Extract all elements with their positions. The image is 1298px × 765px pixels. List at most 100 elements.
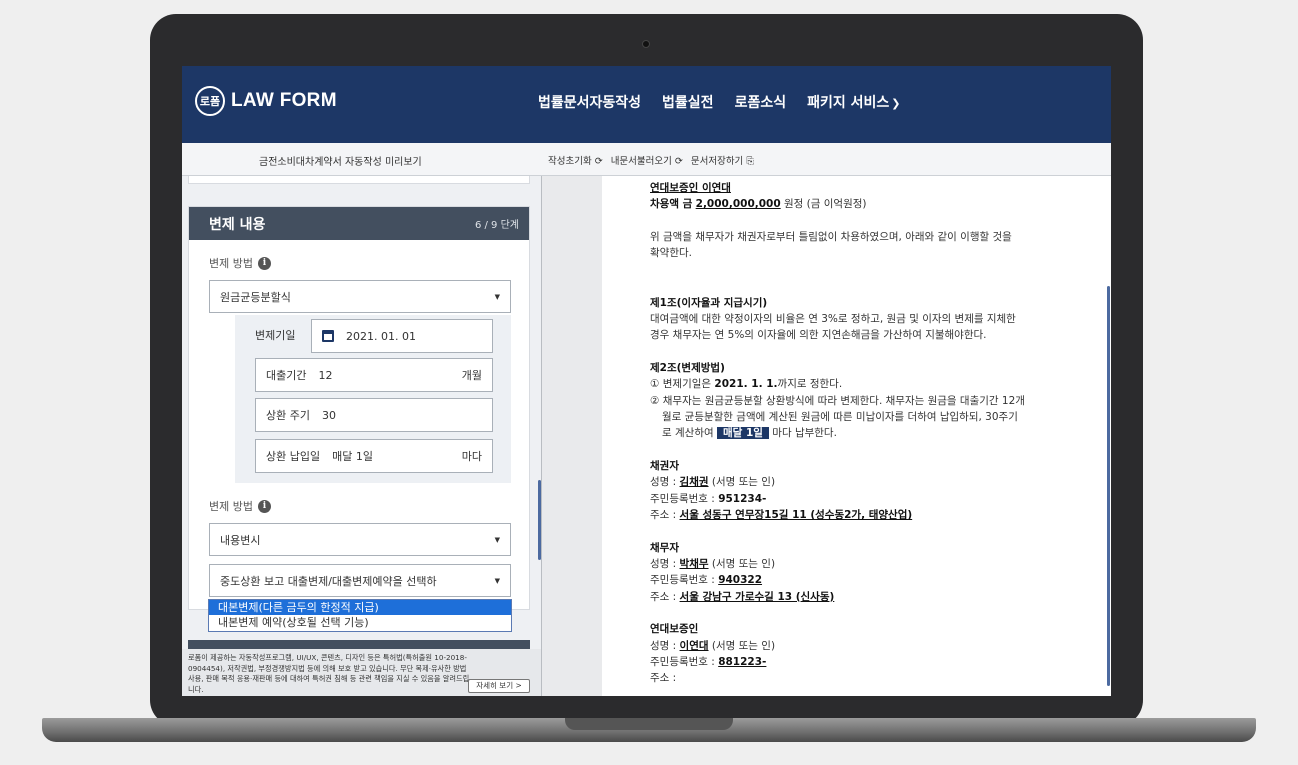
method-label-text: 변제 방법 [209, 257, 253, 270]
dropdown-arrow-icon: ▼ [494, 292, 500, 301]
nav-item-legal-practice[interactable]: 법률실전 [662, 92, 714, 112]
doc-creditor-address: 서울 성동구 연무장15길 11 (성수동2가, 태양산업) [679, 509, 913, 522]
doc-text-part: 주민등록번호 : [650, 574, 715, 587]
preview-scrollbar[interactable] [1107, 286, 1110, 686]
loan-period-value: 12 [318, 368, 333, 382]
step-progress: 6 / 9 단계 [474, 220, 519, 231]
prepay-select-value: 내용변시 [220, 533, 261, 547]
prepay-option-value: 중도상환 보고 대출변제/대출변제예약을 선택하 [220, 574, 437, 588]
doc-text-part: 성명 : [650, 639, 677, 652]
sub-header: 금전소비대차계약서 자동작성 미리보기 작성초기화 ⟳ 내문서불러오기 ⟳ 문서… [182, 143, 1111, 176]
loan-period-field[interactable]: 대출기간 12 개월 [255, 358, 493, 392]
doc-text: 대여금액에 대한 약정이자의 비율은 연 3%로 정하고, 원금 및 이자의 변… [650, 313, 1016, 326]
dropdown-option[interactable]: 내본변제 예약(상호될 선택 기능) [209, 615, 511, 630]
doc-guarantor-line: 연대보증인 이연대 [650, 182, 731, 194]
doc-creditor-name: 김채권 [679, 476, 709, 489]
method-select[interactable]: 원금균등분할식 ▼ [209, 280, 511, 313]
doc-party-line: 주민등록번호 : 881223- [650, 654, 1111, 670]
doc-text: 월로 균등분할한 금액에 계산된 원금에 따른 미납이자를 더하여 납입하되, … [662, 411, 1018, 424]
doc-party-line: 주소 : 서울 강남구 가로수길 13 (신사동) [650, 589, 1111, 605]
prepay-dropdown-menu: 대본변제(다른 금두의 한정적 지급) 내본변제 예약(상호될 선택 기능) [208, 599, 512, 632]
pay-day-field[interactable]: 상환 납입일 매달 1일 마다 [255, 439, 493, 473]
doc-party-line: 성명 : 박채무 (서명 또는 인) [650, 556, 1111, 572]
doc-guarantor-id: 881223- [718, 655, 767, 668]
calendar-icon [322, 330, 334, 342]
logo-icon: 로폼 [195, 86, 225, 116]
logo[interactable]: 로폼 LAW FORM [195, 86, 337, 116]
prepay-select[interactable]: 내용변시 ▼ [209, 523, 511, 556]
doc-text-part: 주소 : [650, 509, 677, 522]
camera-icon [642, 40, 650, 48]
doc-party-line: 성명 : 김채권 (서명 또는 인) [650, 474, 1111, 490]
prepay-option-select[interactable]: 중도상환 보고 대출변제/대출변제예약을 선택하 ▼ [209, 564, 511, 597]
prepay-label-text: 변제 방법 [209, 500, 253, 513]
cycle-label: 상환 주기 [266, 409, 310, 422]
doc-text: 위 금액을 채무자가 채권자로부터 틀림없이 차용하였으며, 아래와 같이 이행… [650, 230, 1012, 243]
doc-party-line: 주민등록번호 : 951234- [650, 491, 1111, 507]
doc-text-part: 마다 납부한다. [772, 427, 837, 440]
nav-item-auto-documents[interactable]: 법률문서자동작성 [538, 92, 641, 112]
doc-text-part: 로 계산하여 [662, 427, 714, 440]
info-icon[interactable]: i [257, 499, 271, 513]
copyright-notice: 로폼이 제공하는 자동작성프로그램, UI/UX, 콘텐츠, 디자인 등은 특허… [182, 649, 541, 696]
pay-day-unit: 마다 [461, 450, 482, 463]
info-icon[interactable]: i [257, 256, 271, 270]
nav-item-package[interactable]: 패키지 서비스 ❯ [807, 92, 921, 112]
doc-creditor-id: 951234- [718, 492, 767, 505]
doc-date: 2021. 1. 1. [714, 378, 778, 391]
date-input[interactable]: 2021. 01. 01 [311, 319, 493, 353]
load-document-button[interactable]: 내문서불러오기 ⟳ [611, 153, 683, 167]
doc-party-head: 채권자 [650, 459, 679, 472]
dropdown-arrow-icon: ▼ [494, 576, 500, 585]
doc-amount-suffix: 원정 (금 이억원정) [784, 198, 867, 211]
step-header: 변제 내용 6 / 9 단계 [189, 207, 529, 240]
preview-title: 금전소비대차계약서 자동작성 미리보기 [259, 157, 422, 168]
doc-text: 로 계산하여 매달 1일 마다 납부한다. [650, 425, 1111, 441]
doc-debtor-id: 940322 [718, 574, 763, 587]
doc-article-title: 제2조(변제방법) [650, 361, 725, 374]
doc-party-line: 성명 : 이연대 (서명 또는 인) [650, 638, 1111, 654]
pay-day-label: 상환 납입일 [266, 450, 321, 463]
nav-item-news[interactable]: 로폼소식 [735, 92, 787, 112]
loan-period-unit: 개월 [461, 369, 482, 382]
cycle-value: 30 [321, 408, 336, 422]
nav-item-package-label: 패키지 서비스 [807, 95, 890, 111]
doc-debtor-name: 박채무 [679, 557, 709, 570]
laptop-notch [565, 718, 733, 730]
nav-links: 법률문서자동작성 법률실전 로폼소식 패키지 서비스 ❯ [538, 92, 942, 112]
preview-panel: 연대보증인 이연대 차용액 금 2,000,000,000 원정 (금 이억원정… [541, 176, 1111, 696]
doc-guarantor-name: 이연대 [679, 639, 709, 652]
doc-text-part: (서명 또는 인) [711, 557, 776, 570]
logo-text: LAW FORM [231, 90, 337, 111]
loan-period-label: 대출기간 [266, 369, 307, 382]
reset-button[interactable]: 작성초기화 ⟳ [548, 153, 603, 167]
pay-day-value: 매달 1일 [332, 450, 373, 463]
cycle-field[interactable]: 상환 주기 30 [255, 398, 493, 432]
doc-text-part: 성명 : [650, 476, 677, 489]
doc-amount-prefix: 차용액 금 [650, 198, 693, 211]
method-label: 변제 방법 i [209, 255, 271, 271]
doc-party-head: 채무자 [650, 541, 679, 554]
date-label: 변제기일 [255, 329, 296, 342]
save-document-button[interactable]: 문서저장하기 ⎘ [691, 153, 754, 167]
dropdown-arrow-icon: ▼ [494, 535, 500, 544]
doc-party-line: 주소 : [650, 672, 677, 685]
doc-amount-line: 차용액 금 2,000,000,000 원정 (금 이억원정) [650, 196, 1111, 212]
date-value: 2021. 01. 01 [346, 329, 416, 343]
doc-party-line: 주소 : 서울 성동구 연무장15길 11 (성수동2가, 태양산업) [650, 507, 1111, 523]
screen: 로폼 LAW FORM 법률문서자동작성 법률실전 로폼소식 패키지 서비스 ❯ … [182, 66, 1111, 696]
document-actions: 작성초기화 ⟳ 내문서불러오기 ⟳ 문서저장하기 ⎘ [548, 153, 762, 167]
prepay-label: 변제 방법 i [209, 498, 271, 514]
doc-text-part: (서명 또는 인) [711, 476, 776, 489]
doc-text-part: ① 변제기일은 [650, 378, 712, 391]
chevron-down-icon: ❯ [891, 97, 901, 110]
top-navigation: 로폼 LAW FORM 법률문서자동작성 법률실전 로폼소식 패키지 서비스 ❯ [182, 66, 1111, 143]
doc-debtor-address: 서울 강남구 가로수길 13 (신사동) [679, 590, 835, 603]
more-info-button[interactable]: 자세히 보기 > [468, 679, 530, 693]
notice-text: 로폼이 제공하는 자동작성프로그램, UI/UX, 콘텐츠, 디자인 등은 특허… [188, 653, 470, 694]
doc-text-part: 까지로 정한다. [777, 378, 843, 391]
doc-party-line: 주민등록번호 : 940322 [650, 572, 1111, 588]
installment-details: 변제기일 2021. 01. 01 대출기간 12 개월 상환 주기 30 상환… [235, 315, 511, 483]
doc-party-head: 연대보증인 [650, 623, 699, 636]
dropdown-option[interactable]: 대본변제(다른 금두의 한정적 지급) [209, 600, 511, 615]
